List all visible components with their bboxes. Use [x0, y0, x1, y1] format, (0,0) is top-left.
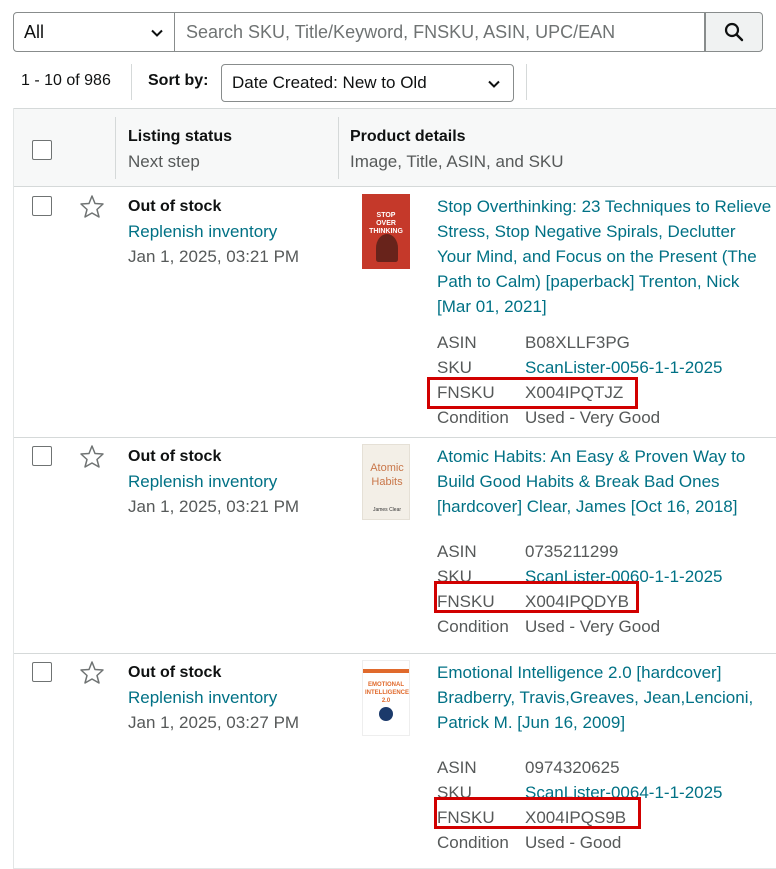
row-checkbox[interactable]	[32, 662, 52, 682]
row-checkbox[interactable]	[32, 446, 52, 466]
listing-status: Out of stock	[128, 664, 222, 681]
sku-label: SKU	[437, 358, 472, 377]
created-date: Jan 1, 2025, 03:27 PM	[128, 713, 300, 732]
category-select[interactable]: All	[13, 12, 175, 52]
search-icon	[724, 22, 744, 42]
row-checkbox[interactable]	[32, 196, 52, 216]
table-row: Out of stock Replenish inventory Jan 1, …	[14, 187, 776, 438]
column-subheader-next-step: Next step	[128, 152, 200, 171]
chevron-down-icon	[488, 80, 500, 88]
results-count: 1 - 10 of 986	[21, 72, 111, 89]
sku-link[interactable]: ScanLister-0060-1-1-2025	[525, 564, 723, 589]
created-date: Jan 1, 2025, 03:21 PM	[128, 247, 300, 266]
search-input[interactable]	[175, 12, 705, 52]
sku-label: SKU	[437, 783, 472, 802]
category-select-value: All	[24, 21, 45, 42]
next-step-link[interactable]: Replenish inventory	[128, 472, 277, 492]
sort-select[interactable]: Date Created: New to Old	[221, 64, 514, 102]
asin-label: ASIN	[437, 542, 477, 561]
search-button[interactable]	[705, 12, 763, 52]
created-date: Jan 1, 2025, 03:21 PM	[128, 497, 300, 516]
book-cover-text: Atomic Habits	[370, 462, 404, 488]
fnsku-value: X004IPQDYB	[525, 592, 629, 611]
condition-label: Condition	[437, 833, 509, 852]
asin-value: 0735211299	[525, 542, 619, 561]
product-image[interactable]: EMOTIONAL INTELLIGENCE 2.0	[362, 660, 410, 736]
chevron-down-icon	[151, 29, 163, 37]
star-icon[interactable]	[79, 660, 105, 685]
results-toolbar: 1 - 10 of 986 Sort by: Date Created: New…	[0, 56, 776, 108]
column-divider	[338, 117, 339, 179]
column-header-product-details[interactable]: Product details	[350, 128, 466, 146]
fnsku-value: X004IPQS9B	[525, 808, 627, 827]
search-bar: All	[13, 12, 763, 52]
fnsku-label: FNSKU	[437, 808, 495, 827]
sku-link[interactable]: ScanLister-0056-1-1-2025	[525, 355, 723, 380]
divider	[526, 64, 527, 100]
next-step-link[interactable]: Replenish inventory	[128, 222, 277, 242]
listing-status: Out of stock	[128, 448, 222, 465]
star-icon[interactable]	[79, 194, 105, 219]
fnsku-value: X004IPQTJZ	[525, 383, 624, 402]
column-divider	[115, 117, 116, 179]
product-image[interactable]: STOP OVER THINKING	[362, 194, 410, 269]
asin-value: B08XLLF3PG	[525, 333, 630, 352]
fnsku-label: FNSKU	[437, 592, 495, 611]
cover-stripe	[363, 669, 409, 673]
listings-table: Listing status Next step Product details…	[13, 108, 776, 869]
cover-badge	[379, 707, 393, 721]
cover-silhouette	[376, 234, 398, 262]
column-subheader-product-info: Image, Title, ASIN, and SKU	[350, 152, 564, 171]
product-image[interactable]: Atomic Habits James Clear	[362, 444, 410, 520]
asin-label: ASIN	[437, 333, 477, 352]
column-header-listing-status[interactable]: Listing status	[128, 128, 232, 146]
condition-value: Used - Very Good	[525, 408, 661, 427]
condition-label: Condition	[437, 617, 509, 636]
table-header: Listing status Next step Product details…	[14, 108, 776, 187]
condition-label: Condition	[437, 408, 509, 427]
asin-label: ASIN	[437, 758, 477, 777]
product-title-link[interactable]: Stop Overthinking: 23 Techniques to Reli…	[437, 194, 772, 319]
book-cover-author: James Clear	[372, 507, 402, 513]
product-title-link[interactable]: Emotional Intelligence 2.0 [hardcover] B…	[437, 660, 772, 735]
fnsku-label: FNSKU	[437, 383, 495, 402]
divider	[131, 64, 132, 100]
listing-status: Out of stock	[128, 198, 222, 215]
next-step-link[interactable]: Replenish inventory	[128, 688, 277, 708]
sort-select-value: Date Created: New to Old	[232, 73, 427, 92]
sku-link[interactable]: ScanLister-0064-1-1-2025	[525, 780, 723, 805]
table-row: Out of stock Replenish inventory Jan 1, …	[14, 654, 776, 869]
select-all-checkbox[interactable]	[32, 140, 52, 160]
product-title-link[interactable]: Atomic Habits: An Easy & Proven Way to B…	[437, 444, 772, 519]
condition-value: Used - Good	[525, 833, 622, 852]
asin-value: 0974320625	[525, 758, 620, 777]
sort-label: Sort by:	[148, 72, 209, 89]
book-cover-text: EMOTIONAL INTELLIGENCE 2.0	[365, 682, 410, 704]
table-row: Out of stock Replenish inventory Jan 1, …	[14, 438, 776, 654]
star-icon[interactable]	[79, 444, 105, 469]
sku-label: SKU	[437, 567, 472, 586]
condition-value: Used - Very Good	[525, 617, 661, 636]
